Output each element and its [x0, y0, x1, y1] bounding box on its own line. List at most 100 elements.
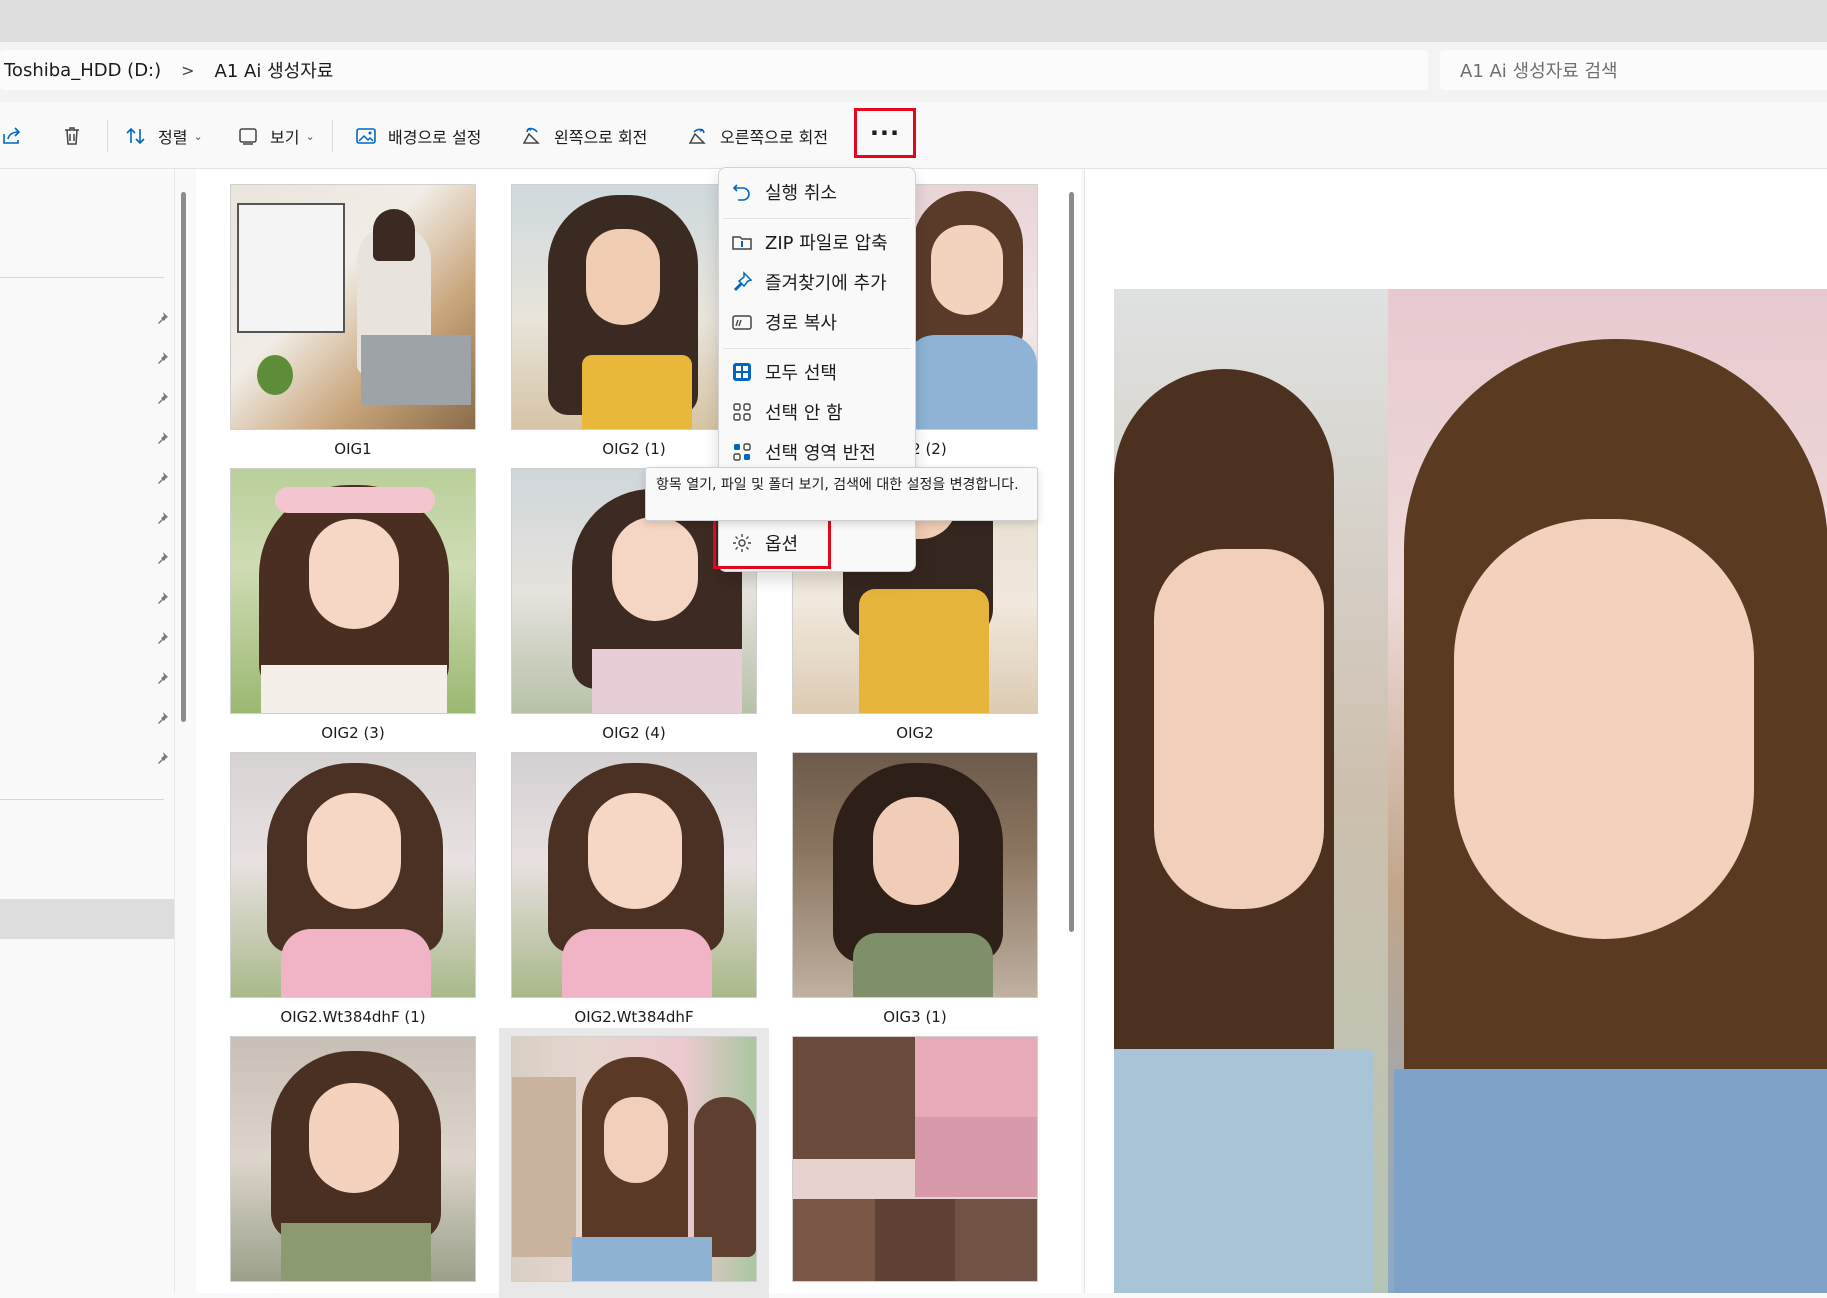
view-button[interactable]: 보기 ⌄: [236, 116, 315, 156]
menu-label: 선택 영역 반전: [765, 443, 876, 464]
breadcrumb-separator[interactable]: >: [165, 61, 210, 80]
menu-label: 경로 복사: [765, 313, 837, 334]
menu-item-compress-zip[interactable]: ZIP 파일로 압축: [731, 224, 888, 260]
pin-icon: [158, 512, 168, 524]
breadcrumb[interactable]: Toshiba_HDD (D:) > A1 Ai 생성자료: [0, 50, 1428, 90]
chevron-down-icon: ⌄: [305, 129, 315, 143]
toolbar-divider: [107, 120, 108, 152]
rotate-right-label: 오른쪽으로 회전: [720, 128, 829, 147]
toolbar-divider: [332, 120, 333, 152]
invert-selection-icon: [733, 443, 751, 461]
options-tooltip: 항목 열기, 파일 및 폴더 보기, 검색에 대한 설정을 변경합니다.: [645, 467, 1038, 521]
sidebar-divider: [0, 277, 164, 278]
breadcrumb-drive[interactable]: Toshiba_HDD (D:): [0, 60, 165, 81]
preview-image: [1114, 289, 1827, 1293]
title-bar: [0, 0, 1827, 42]
menu-label: 실행 취소: [765, 183, 837, 204]
set-background-label: 배경으로 설정: [388, 128, 482, 147]
see-more-button[interactable]: ···: [854, 108, 916, 158]
command-bar: 정렬 ⌄ 보기 ⌄ 배경으로 설정 왼쪽으로 회전 오른쪽으로 회전 ···: [0, 102, 1827, 169]
menu-item-invert-selection[interactable]: 선택 영역 반전: [731, 434, 876, 470]
menu-item-undo[interactable]: 실행 취소: [731, 174, 837, 210]
file-name: OIG2.Wt384dhF: [574, 1008, 694, 1026]
wallpaper-icon: [356, 128, 376, 144]
pin-icon: [158, 672, 168, 684]
menu-separator: [723, 218, 911, 219]
sidebar-divider: [0, 799, 164, 800]
pin-icon: [158, 392, 168, 404]
undo-icon: [732, 184, 750, 201]
copy-path-icon: [732, 315, 752, 330]
menu-item-add-favorites[interactable]: 즐겨찾기에 추가: [731, 264, 887, 300]
select-none-icon: [733, 403, 751, 421]
sort-icon: [126, 127, 145, 145]
thumbnail-image: [230, 184, 476, 430]
pin-icon: [158, 472, 168, 484]
menu-separator: [723, 348, 911, 349]
file-item[interactable]: OIG2.Wt384dhF: [511, 752, 757, 1026]
view-icon: [239, 128, 257, 145]
view-label: 보기: [270, 128, 300, 147]
share-button[interactable]: [0, 116, 24, 156]
sort-label: 정렬: [158, 128, 188, 147]
navigation-pane: [0, 169, 175, 1293]
file-item[interactable]: OIG3 (1): [792, 752, 1038, 1026]
pin-icon: [158, 632, 168, 644]
pin-icon: [733, 271, 753, 292]
address-bar-row: Toshiba_HDD (D:) > A1 Ai 생성자료 A1 Ai 생성자료…: [0, 42, 1827, 103]
pin-icon: [158, 312, 168, 324]
sort-button[interactable]: 정렬 ⌄: [124, 116, 203, 156]
pin-icon: [158, 552, 168, 564]
pin-icon: [158, 752, 168, 764]
menu-label: 즐겨찾기에 추가: [765, 273, 887, 294]
pin-icon: [158, 712, 168, 724]
thumbnail-image: [230, 1036, 476, 1282]
content-scrollbar[interactable]: [1069, 192, 1074, 932]
file-name: OIG2 (4): [602, 724, 666, 742]
rotate-right-button[interactable]: 오른쪽으로 회전: [686, 116, 828, 156]
file-name: OIG1: [334, 440, 372, 458]
thumbnail-image: [792, 752, 1038, 998]
chevron-down-icon: ⌄: [193, 129, 203, 143]
search-placeholder: A1 Ai 생성자료 검색: [1460, 61, 1618, 82]
thumbnail-image: [792, 1036, 1038, 1282]
file-name: OIG2: [896, 724, 934, 742]
trash-icon: [65, 127, 79, 145]
select-all-icon: [733, 363, 751, 381]
file-item[interactable]: OIG2 (3): [230, 468, 476, 742]
file-name: OIG3 (1): [883, 1008, 947, 1026]
thumbnail-image: [230, 752, 476, 998]
file-item[interactable]: [230, 1036, 476, 1292]
file-grid: OIG1 OIG2 (1) OIG2 (2) OIG2 (3): [196, 169, 1081, 1298]
search-input[interactable]: A1 Ai 생성자료 검색: [1440, 50, 1827, 90]
menu-label: 모두 선택: [765, 363, 837, 384]
sidebar-selected-item[interactable]: [0, 899, 174, 939]
thumbnail-image: [511, 1036, 757, 1282]
zip-icon: [732, 236, 752, 250]
rotate-right-icon: [688, 128, 706, 144]
thumbnail-image: [230, 468, 476, 714]
pin-icon: [158, 592, 168, 604]
breadcrumb-folder[interactable]: A1 Ai 생성자료: [211, 57, 338, 83]
menu-item-copy-path[interactable]: 경로 복사: [731, 304, 837, 340]
file-item[interactable]: [792, 1036, 1038, 1292]
rotate-left-icon: [522, 127, 540, 144]
menu-label: 선택 안 함: [765, 403, 843, 424]
file-item[interactable]: OIG2.Wt384dhF (1): [230, 752, 476, 1026]
file-name: OIG2.Wt384dhF (1): [280, 1008, 426, 1026]
share-icon: [3, 127, 21, 144]
menu-item-select-none[interactable]: 선택 안 함: [731, 394, 843, 430]
sidebar-scrollbar[interactable]: [181, 192, 186, 722]
rotate-left-label: 왼쪽으로 회전: [554, 128, 648, 147]
thumbnail-image: [511, 752, 757, 998]
file-name: OIG2 (3): [321, 724, 385, 742]
set-background-button[interactable]: 배경으로 설정: [354, 116, 481, 156]
options-highlight-box: [713, 513, 831, 569]
menu-item-select-all[interactable]: 모두 선택: [731, 354, 837, 390]
delete-button[interactable]: [60, 116, 84, 156]
file-item-selected[interactable]: [499, 1028, 769, 1298]
rotate-left-button[interactable]: 왼쪽으로 회전: [520, 116, 647, 156]
more-icon: ···: [869, 119, 901, 147]
file-item[interactable]: OIG1: [230, 184, 476, 458]
menu-label: ZIP 파일로 압축: [765, 233, 888, 254]
